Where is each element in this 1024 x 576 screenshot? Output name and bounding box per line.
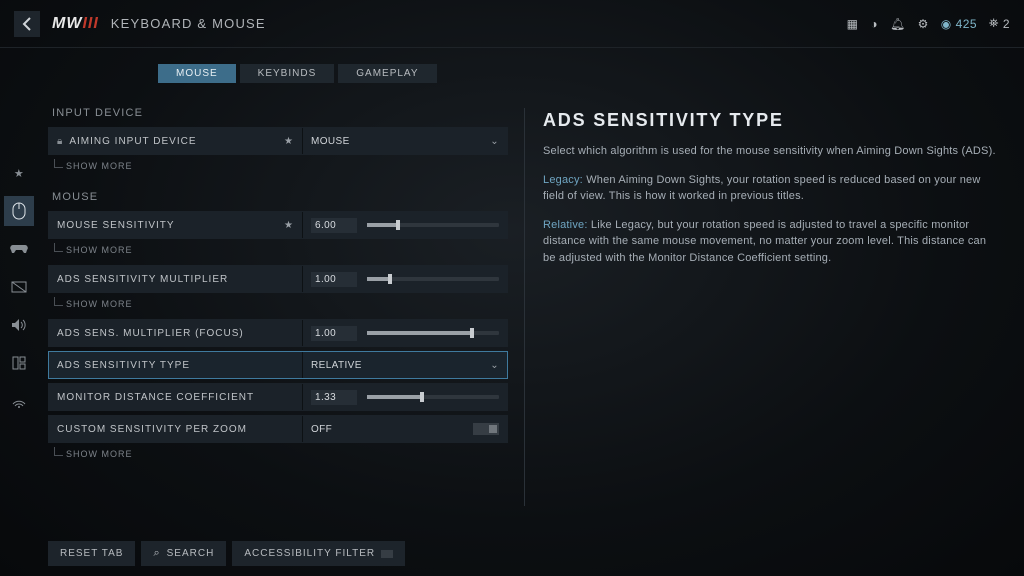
party-count[interactable]: ⛯2	[989, 16, 1010, 31]
monitor-value[interactable]: 1.33	[311, 390, 357, 405]
info-legacy: Legacy: When Aiming Down Sights, your ro…	[543, 172, 998, 205]
show-more-input[interactable]: SHOW MORE	[66, 161, 508, 171]
rail-favorites[interactable]: ★	[4, 158, 34, 188]
search-button[interactable]: ⌕SEARCH	[141, 541, 226, 566]
search-icon: ⌕	[153, 547, 160, 560]
info-title: ADS SENSITIVITY TYPE	[543, 110, 998, 131]
info-intro: Select which algorithm is used for the m…	[543, 143, 998, 160]
rail-interface[interactable]	[4, 348, 34, 378]
info-relative: Relative: Like Legacy, but your rotation…	[543, 217, 998, 267]
lock-icon: 🔒︎	[57, 136, 63, 147]
monitor-slider[interactable]	[367, 395, 499, 399]
sensitivity-value[interactable]: 6.00	[311, 218, 357, 233]
tab-mouse[interactable]: MOUSE	[158, 64, 236, 83]
game-logo: MWIII	[52, 15, 99, 33]
row-ads-multiplier[interactable]: ADS SENSITIVITY MULTIPLIER 1.00	[48, 265, 508, 293]
reset-tab-button[interactable]: RESET TAB	[48, 541, 135, 566]
filter-toggle-icon	[381, 550, 393, 558]
label-cell: 🔒︎ AIMING INPUT DEVICE ★	[49, 128, 303, 154]
display-icon	[11, 281, 27, 293]
chevron-left-icon	[22, 17, 32, 31]
rail-controller[interactable]	[4, 234, 34, 264]
bottom-bar: RESET TAB ⌕SEARCH ACCESSIBILITY FILTER	[48, 541, 405, 566]
info-panel: ADS SENSITIVITY TYPE Select which algori…	[531, 48, 1024, 576]
network-icon	[11, 394, 27, 408]
content-area: ★ MOUSE KEYBINDS GAMEPLAY INPUT DEVICE	[0, 48, 1024, 576]
grid-icon[interactable]: ▦	[847, 17, 859, 31]
top-right-cluster: ▦ ◑ 🔔︎ ⚙ ◉425 ⛯2	[847, 16, 1010, 31]
credits-count[interactable]: ◉425	[941, 17, 977, 31]
category-rail: ★	[0, 48, 38, 576]
row-aiming-input-device[interactable]: 🔒︎ AIMING INPUT DEVICE ★ MOUSE ⌄	[48, 127, 508, 155]
controller-icon	[10, 243, 28, 255]
chevron-down-icon: ⌄	[490, 360, 499, 371]
layout-icon	[12, 356, 26, 370]
tab-keybinds[interactable]: KEYBINDS	[240, 64, 335, 83]
gear-icon[interactable]: ⚙	[918, 17, 929, 31]
info-body: Select which algorithm is used for the m…	[543, 143, 998, 266]
panel-divider	[524, 108, 525, 506]
ads-type-select[interactable]: RELATIVE ⌄	[303, 352, 507, 378]
tab-gameplay[interactable]: GAMEPLAY	[338, 64, 436, 83]
section-mouse: MOUSE	[52, 191, 508, 203]
rail-display[interactable]	[4, 272, 34, 302]
top-bar: MWIII KEYBOARD & MOUSE ▦ ◑ 🔔︎ ⚙ ◉425 ⛯2	[0, 0, 1024, 48]
show-more-sensitivity[interactable]: SHOW MORE	[66, 245, 508, 255]
section-input-device: INPUT DEVICE	[52, 107, 508, 119]
tab-strip: MOUSE KEYBINDS GAMEPLAY	[158, 64, 508, 83]
custom-zoom-toggle[interactable]	[473, 423, 499, 435]
speaker-icon	[11, 318, 27, 332]
show-more-zoom[interactable]: SHOW MORE	[66, 449, 508, 459]
rail-mouse[interactable]	[4, 196, 34, 226]
accessibility-filter-button[interactable]: ACCESSIBILITY FILTER	[232, 541, 405, 566]
row-ads-sensitivity-type[interactable]: ADS SENSITIVITY TYPE RELATIVE ⌄	[48, 351, 508, 379]
rail-network[interactable]	[4, 386, 34, 416]
row-monitor-distance[interactable]: MONITOR DISTANCE COEFFICIENT 1.33	[48, 383, 508, 411]
sensitivity-slider[interactable]	[367, 223, 499, 227]
headset-icon[interactable]: ◑	[870, 17, 878, 31]
value-cell[interactable]: MOUSE ⌄	[303, 128, 507, 154]
ads-focus-slider[interactable]	[367, 331, 499, 335]
ads-mult-slider[interactable]	[367, 277, 499, 281]
bell-icon[interactable]: 🔔︎	[890, 17, 906, 31]
ads-focus-value[interactable]: 1.00	[311, 326, 357, 341]
star-icon: ★	[284, 220, 294, 231]
star-icon: ★	[284, 136, 294, 147]
row-ads-focus[interactable]: ADS SENS. MULTIPLIER (FOCUS) 1.00	[48, 319, 508, 347]
back-button[interactable]	[14, 11, 40, 37]
breadcrumb: KEYBOARD & MOUSE	[111, 16, 266, 31]
show-more-ads-mult[interactable]: SHOW MORE	[66, 299, 508, 309]
settings-panel: MOUSE KEYBINDS GAMEPLAY INPUT DEVICE 🔒︎ …	[38, 48, 518, 576]
chevron-down-icon: ⌄	[490, 136, 499, 147]
ads-mult-value[interactable]: 1.00	[311, 272, 357, 287]
row-mouse-sensitivity[interactable]: MOUSE SENSITIVITY★ 6.00	[48, 211, 508, 239]
mouse-icon	[12, 202, 26, 220]
row-custom-zoom[interactable]: CUSTOM SENSITIVITY PER ZOOM OFF	[48, 415, 508, 443]
rail-audio[interactable]	[4, 310, 34, 340]
